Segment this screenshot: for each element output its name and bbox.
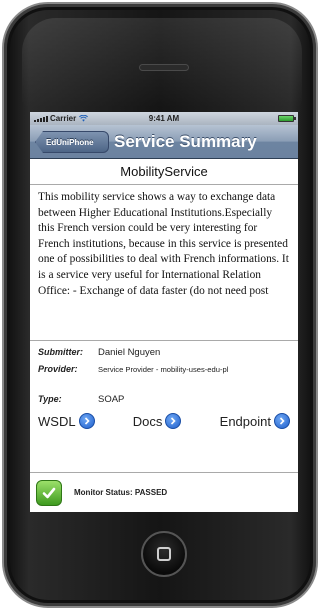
service-links: WSDL Docs Endpoint <box>30 411 298 431</box>
back-button[interactable]: EdUniPhone <box>35 131 109 153</box>
submitter-value: Daniel Nguyen <box>98 347 161 358</box>
monitor-status-row: Monitor Status: PASSED <box>30 472 298 512</box>
page-title: Service Summary <box>114 132 257 151</box>
status-bar: Carrier 9:41 AM <box>30 112 298 125</box>
endpoint-label: Endpoint <box>219 413 271 429</box>
wsdl-link[interactable]: WSDL <box>38 413 95 429</box>
provider-row: Provider: Service Provider - mobility-us… <box>38 364 290 388</box>
docs-link[interactable]: Docs <box>133 413 182 429</box>
type-row: Type: SOAP <box>38 394 290 405</box>
battery-icon <box>278 115 296 122</box>
docs-label: Docs <box>132 413 163 429</box>
speaker-grille <box>139 64 189 71</box>
chevron-right-circle-icon[interactable] <box>165 413 182 429</box>
phone-gloss <box>22 18 302 108</box>
home-square-icon <box>157 547 171 561</box>
service-name: MobilityService <box>30 159 298 185</box>
type-value: SOAP <box>98 394 125 405</box>
wsdl-label: WSDL <box>38 413 76 429</box>
endpoint-link[interactable]: Endpoint <box>220 413 290 429</box>
check-icon <box>36 479 62 506</box>
home-button[interactable] <box>141 531 187 577</box>
screen: Carrier 9:41 AM EdUniPhone Service Summa… <box>30 112 298 512</box>
provider-value: Service Provider - mobility-uses-edu-pl <box>98 365 229 374</box>
submitter-label: Submitter: <box>38 347 83 357</box>
submitter-row: Submitter: Daniel Nguyen <box>38 347 290 358</box>
provider-label: Provider: <box>38 364 78 374</box>
navigation-bar: EdUniPhone Service Summary <box>30 125 298 159</box>
service-description[interactable]: This mobility service shows a way to exc… <box>30 185 298 341</box>
chevron-right-circle-icon[interactable] <box>273 413 290 429</box>
status-time: 9:41 AM <box>148 114 180 123</box>
type-label: Type: <box>38 394 62 404</box>
chevron-right-circle-icon[interactable] <box>78 413 95 429</box>
monitor-status: Monitor Status: PASSED <box>74 488 168 497</box>
service-details: Submitter: Daniel Nguyen Provider: Servi… <box>30 341 298 405</box>
